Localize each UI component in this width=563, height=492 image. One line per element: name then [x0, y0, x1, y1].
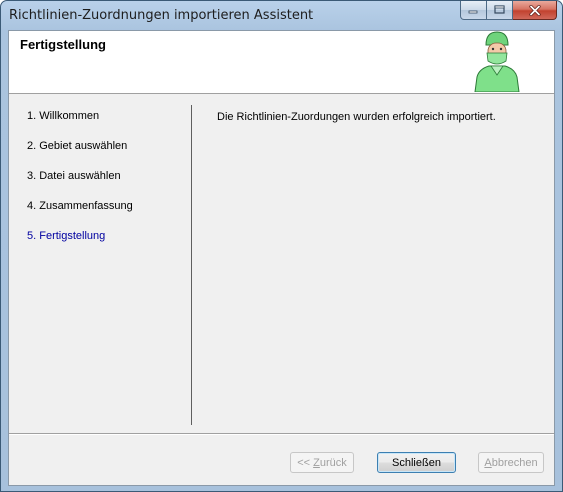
footer-separator [9, 433, 554, 435]
back-button[interactable]: << Zurück [290, 452, 354, 473]
back-button-mnemonic: Z [313, 456, 320, 469]
step-zusammenfassung: 4. Zusammenfassung [27, 200, 133, 212]
step-datei-auswaehlen: 3. Datei auswählen [27, 170, 121, 182]
maximize-button[interactable] [487, 1, 513, 20]
title-bar[interactable]: Richtlinien-Zuordnungen importieren Assi… [1, 1, 562, 31]
close-window-button[interactable] [513, 1, 557, 20]
wizard-steps: 1. Willkommen 2. Gebiet auswählen 3. Dat… [27, 109, 133, 259]
step-gebiet-auswaehlen: 2. Gebiet auswählen [27, 140, 128, 152]
step-fertigstellung: 5. Fertigstellung [27, 230, 106, 242]
steps-divider [191, 105, 192, 425]
result-message: Die Richtlinien-Zuordungen wurden erfolg… [217, 111, 496, 123]
page-title: Fertigstellung [20, 37, 106, 52]
caption-buttons [460, 1, 557, 21]
cancel-button[interactable]: Abbrechen [478, 452, 544, 473]
surgeon-wizard-icon [474, 31, 520, 92]
wizard-window: Richtlinien-Zuordnungen importieren Assi… [0, 0, 563, 492]
step-willkommen: 1. Willkommen [27, 110, 100, 122]
cancel-button-label: bbrechen [491, 456, 538, 469]
close-button-label: Schließen [392, 456, 441, 469]
minimize-button[interactable] [460, 1, 487, 20]
wizard-header: Fertigstellung [9, 31, 554, 94]
close-icon [528, 4, 541, 16]
cancel-button-mnemonic: A [484, 456, 492, 469]
minimize-icon [468, 10, 478, 13]
wizard-client-area: Fertigstellung 1. Willkommen 2. Gebiet a… [8, 30, 555, 486]
close-button[interactable]: Schließen [377, 452, 456, 473]
back-button-label: urück [319, 456, 347, 469]
maximize-icon [494, 5, 505, 14]
window-title: Richtlinien-Zuordnungen importieren Assi… [9, 8, 314, 23]
back-button-prefix: << [297, 456, 314, 469]
